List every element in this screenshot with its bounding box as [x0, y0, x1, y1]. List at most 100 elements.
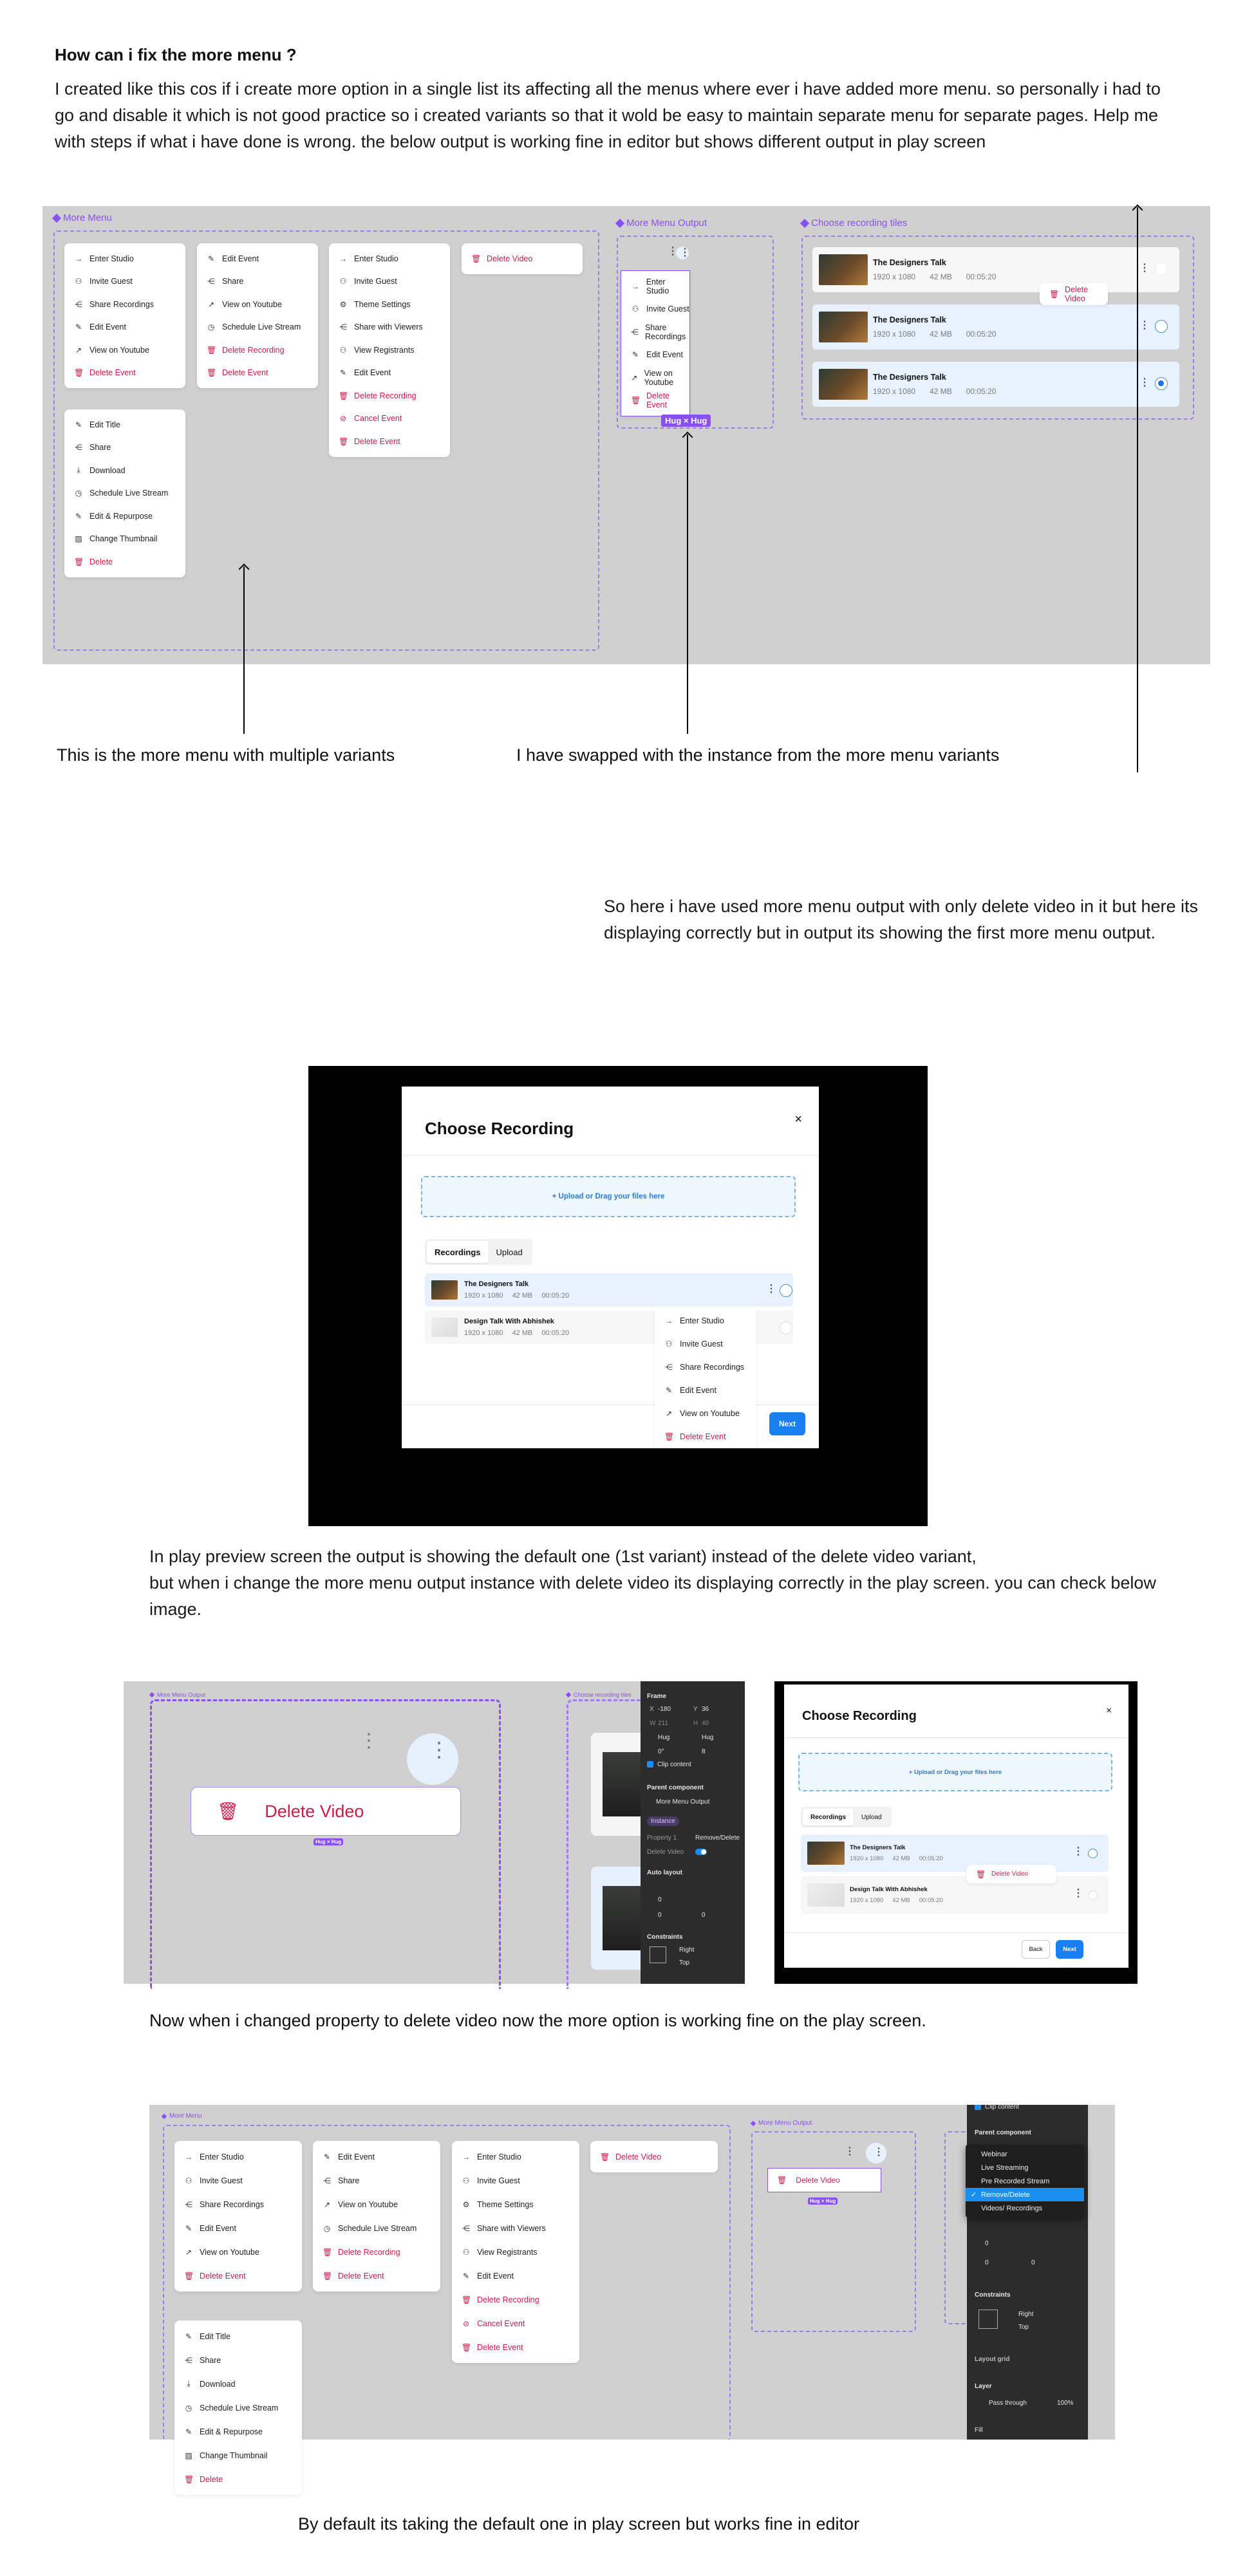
menu-item[interactable]: ⚇ View Registrants — [452, 2240, 579, 2264]
dropdown-option[interactable]: ✓ Remove/Delete — [966, 2188, 1084, 2201]
menu-item[interactable]: ✎ Edit Event — [64, 316, 185, 339]
menu-item[interactable]: → Enter Studio — [621, 275, 689, 298]
menu-item[interactable]: 🗑 Delete Recording — [197, 339, 318, 362]
menu-item[interactable]: ▨ Change Thumbnail — [64, 528, 185, 551]
menu-item[interactable]: → Enter Studio — [452, 2145, 579, 2169]
dropdown-option[interactable]: Videos/ Recordings — [966, 2201, 1084, 2215]
menu-item[interactable]: 🗑 Delete Recording — [313, 2240, 440, 2264]
horizontal-constraint-select[interactable]: Right — [679, 1946, 694, 1954]
vertical-constraint-select[interactable]: Top — [1018, 2324, 1029, 2331]
recording-row[interactable]: Design Talk With Abhishek 1920 x 1080 42 … — [801, 1876, 1109, 1914]
tab-upload[interactable]: Upload — [489, 1241, 530, 1263]
menu-item[interactable]: ✎ Edit Title — [174, 2324, 302, 2348]
menu-item[interactable]: ⚇ Invite Guest — [174, 2169, 302, 2192]
menu-item[interactable]: ⚇ Invite Guest — [655, 1332, 756, 1356]
kebab-button-active[interactable]: ⋮ — [676, 247, 690, 259]
menu-item[interactable]: ✎ Edit Event — [197, 247, 318, 270]
menu-item[interactable]: → Enter Studio — [655, 1309, 756, 1332]
delete-video-instance[interactable]: 🗑 Delete Video — [191, 1787, 461, 1836]
instance-badge[interactable]: Instance — [647, 1816, 679, 1826]
menu-item[interactable]: 🗑 Delete Recording — [329, 384, 450, 407]
menu-item[interactable]: ⋲ Share with Viewers — [452, 2216, 579, 2240]
tab-upload[interactable]: Upload — [854, 1809, 890, 1825]
menu-item[interactable]: → Enter Studio — [329, 247, 450, 270]
clip-content-checkbox[interactable] — [975, 2105, 981, 2110]
property-select[interactable]: Remove/Delete — [695, 1834, 740, 1842]
close-icon[interactable]: × — [794, 1112, 802, 1127]
x-input[interactable]: -180 — [658, 1706, 671, 1713]
next-button[interactable]: Next — [1056, 1940, 1083, 1959]
y-input[interactable]: 36 — [702, 1706, 709, 1713]
menu-item[interactable]: 🗑 Delete — [174, 2467, 302, 2491]
menu-item[interactable]: 🗑 Delete — [64, 550, 185, 574]
menu-item[interactable]: ⋲ Share — [197, 270, 318, 294]
kebab-icon[interactable]: ⋮ — [1139, 378, 1150, 388]
kebab-icon[interactable]: ⋮ — [359, 1731, 379, 1757]
menu-item[interactable]: ⋲ Share — [174, 2348, 302, 2372]
menu-item[interactable]: ⊘ Cancel Event — [329, 407, 450, 431]
menu-item[interactable]: ⋲ Share Recordings — [174, 2192, 302, 2216]
blend-mode-select[interactable]: Pass through — [989, 2400, 1027, 2407]
h-input[interactable]: 40 — [702, 1720, 709, 1727]
recording-row[interactable]: The Designers Talk 1920 x 1080 42 MB 00:05… — [801, 1834, 1109, 1872]
recording-tile[interactable]: The Designers Talk 1920 x 1080 42 MB 00:05:… — [812, 304, 1179, 350]
kebab-icon[interactable]: ⋮ — [1073, 1847, 1083, 1857]
menu-item[interactable]: ⚙ Theme Settings — [452, 2192, 579, 2216]
menu-item[interactable]: ⋲ Share with Viewers — [329, 316, 450, 339]
parent-component-link[interactable]: More Menu Output — [656, 1798, 709, 1806]
menu-item[interactable]: ▨ Change Thumbnail — [174, 2443, 302, 2467]
menu-item[interactable]: 🗑 Delete Event — [452, 2335, 579, 2359]
select-radio[interactable] — [1155, 377, 1168, 390]
menu-item[interactable]: ✎ Edit Event — [655, 1379, 756, 1402]
menu-item[interactable]: ✎ Edit Event — [313, 2145, 440, 2169]
menu-item[interactable]: 🗑 Delete Event — [329, 430, 450, 453]
select-radio[interactable] — [1155, 320, 1168, 333]
select-radio[interactable] — [1088, 1849, 1098, 1858]
kebab-icon[interactable]: ⋮ — [845, 2147, 855, 2157]
menu-item[interactable]: ◷ Schedule Live Stream — [313, 2216, 440, 2240]
constraints-widget[interactable] — [650, 1946, 666, 1963]
menu-item[interactable]: ↗ View on Youtube — [655, 1402, 756, 1425]
close-icon[interactable]: × — [1106, 1705, 1112, 1716]
menu-item[interactable]: ⋲ Share Recordings — [621, 321, 689, 344]
w-input[interactable]: 211 — [658, 1720, 668, 1727]
menu-item[interactable]: ⚇ View Registrants — [329, 339, 450, 362]
upload-dropzone[interactable]: + Upload or Drag your files here — [798, 1753, 1112, 1791]
menu-item[interactable]: → Enter Studio — [174, 2145, 302, 2169]
select-radio[interactable] — [780, 1284, 792, 1297]
kebab-button-active[interactable]: ⋮ — [866, 2143, 886, 2163]
kebab-icon[interactable]: ⋮ — [766, 1284, 776, 1294]
menu-item[interactable]: 🗑 Delete Recording — [452, 2288, 579, 2311]
horizontal-constraint-select[interactable]: Right — [1018, 2311, 1033, 2318]
menu-item[interactable]: ⚙ Theme Settings — [329, 293, 450, 316]
recording-tile[interactable]: The Designers Talk 1920 x 1080 42 MB 00:05:… — [812, 362, 1179, 407]
padding-v-input[interactable]: 0 — [702, 1912, 706, 1919]
menu-item[interactable]: ✎ Edit Event — [174, 2216, 302, 2240]
rotation-input[interactable]: 0° — [658, 1748, 664, 1755]
menu-item[interactable]: ✎ Edit Title — [64, 413, 185, 436]
menu-item[interactable]: ✎ Edit & Repurpose — [174, 2420, 302, 2443]
menu-item[interactable]: 🗑 Delete Video — [590, 2145, 718, 2169]
menu-item[interactable]: ✎ Edit Event — [621, 344, 689, 367]
constraints-widget[interactable] — [979, 2310, 998, 2329]
delete-video-instance[interactable]: 🗑 Delete Video — [767, 2168, 881, 2192]
menu-item[interactable]: 🗑 Delete Event — [64, 362, 185, 385]
back-button[interactable]: Back — [1022, 1940, 1050, 1959]
radius-input[interactable]: 8 — [702, 1748, 706, 1755]
menu-item[interactable]: ⤓ Download — [64, 459, 185, 482]
menu-item[interactable]: → Enter Studio — [64, 247, 185, 270]
menu-item[interactable]: ⋲ Share — [64, 436, 185, 460]
dropdown-option[interactable]: Live Streaming — [966, 2161, 1084, 2174]
menu-item[interactable]: ✎ Edit Event — [452, 2264, 579, 2288]
clip-content-checkbox[interactable] — [647, 1761, 653, 1768]
menu-item[interactable]: ⤓ Download — [174, 2372, 302, 2396]
menu-item[interactable]: ✎ Edit Event — [329, 362, 450, 385]
recording-tile[interactable]: The Designers Talk 1920 x 1080 42 MB 00:05:… — [812, 247, 1179, 292]
menu-item[interactable]: 🗑 Delete Video — [462, 247, 583, 270]
menu-item[interactable]: 🗑 Delete Event — [174, 2264, 302, 2288]
kebab-icon[interactable]: ⋮ — [668, 247, 678, 257]
menu-item[interactable]: ↗ View on Youtube — [174, 2240, 302, 2264]
select-radio[interactable] — [780, 1321, 792, 1334]
menu-item[interactable]: ⚇ Invite Guest — [621, 298, 689, 321]
menu-item[interactable]: ↗ View on Youtube — [197, 293, 318, 316]
